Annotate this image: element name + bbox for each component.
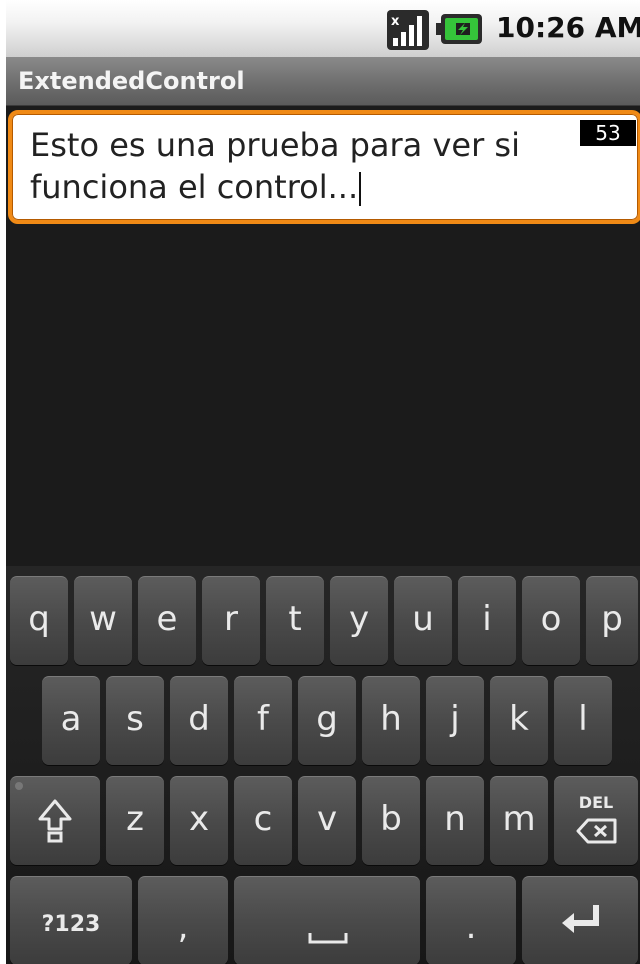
key-q[interactable]: q (10, 576, 68, 665)
comma-key[interactable]: , (138, 876, 228, 964)
key-l[interactable]: l (554, 676, 612, 765)
text-cursor (359, 172, 362, 206)
delete-key[interactable]: DEL (554, 776, 638, 865)
key-n[interactable]: n (426, 776, 484, 865)
shift-icon (38, 799, 72, 843)
key-h[interactable]: h (362, 676, 420, 765)
shift-key[interactable] (10, 776, 100, 865)
device-screen: x 10:26 AM ExtendedControl Esto es una p… (6, 0, 640, 964)
key-t[interactable]: t (266, 576, 324, 665)
delete-icon (576, 818, 617, 844)
key-r[interactable]: r (202, 576, 260, 665)
delete-label: DEL (578, 793, 614, 812)
field-text-line2: funciona el control... (30, 168, 359, 206)
key-b[interactable]: b (362, 776, 420, 865)
key-u[interactable]: u (394, 576, 452, 665)
key-f[interactable]: f (234, 676, 292, 765)
key-y[interactable]: y (330, 576, 388, 665)
battery-charging-icon (436, 14, 482, 44)
char-counter-badge: 53 (580, 120, 636, 146)
key-d[interactable]: d (170, 676, 228, 765)
period-key[interactable]: . (426, 876, 516, 964)
key-k[interactable]: k (490, 676, 548, 765)
key-j[interactable]: j (426, 676, 484, 765)
key-w[interactable]: w (74, 576, 132, 665)
status-clock: 10:26 AM (496, 11, 640, 44)
svg-text:x: x (391, 14, 400, 29)
key-a[interactable]: a (42, 676, 100, 765)
key-e[interactable]: e (138, 576, 196, 665)
key-o[interactable]: o (522, 576, 580, 665)
field-text-line1: Esto es una prueba para ver si (30, 126, 520, 164)
enter-icon (562, 905, 599, 933)
key-c[interactable]: c (234, 776, 292, 865)
key-m[interactable]: m (490, 776, 548, 865)
status-bar: x 10:26 AM (6, 0, 640, 57)
field-text[interactable]: Esto es una prueba para ver si funciona … (30, 124, 570, 208)
symbols-key[interactable]: ?123 (10, 876, 132, 964)
app-title: ExtendedControl (18, 67, 245, 95)
key-x[interactable]: x (170, 776, 228, 865)
key-p[interactable]: p (586, 576, 638, 665)
key-g[interactable]: g (298, 676, 356, 765)
key-i[interactable]: i (458, 576, 516, 665)
space-key[interactable] (234, 876, 420, 964)
extended-text-field[interactable]: Esto es una prueba para ver si funciona … (8, 110, 640, 224)
soft-keyboard: q w e r t y u i o p a s d f g h j k l z … (6, 566, 640, 964)
signal-no-data-icon: x (387, 10, 429, 50)
shift-indicator-icon (15, 782, 23, 790)
key-s[interactable]: s (106, 676, 164, 765)
key-z[interactable]: z (106, 776, 164, 865)
key-v[interactable]: v (298, 776, 356, 865)
title-bar: ExtendedControl (6, 57, 640, 106)
space-icon (308, 933, 348, 944)
enter-key[interactable] (522, 876, 638, 964)
